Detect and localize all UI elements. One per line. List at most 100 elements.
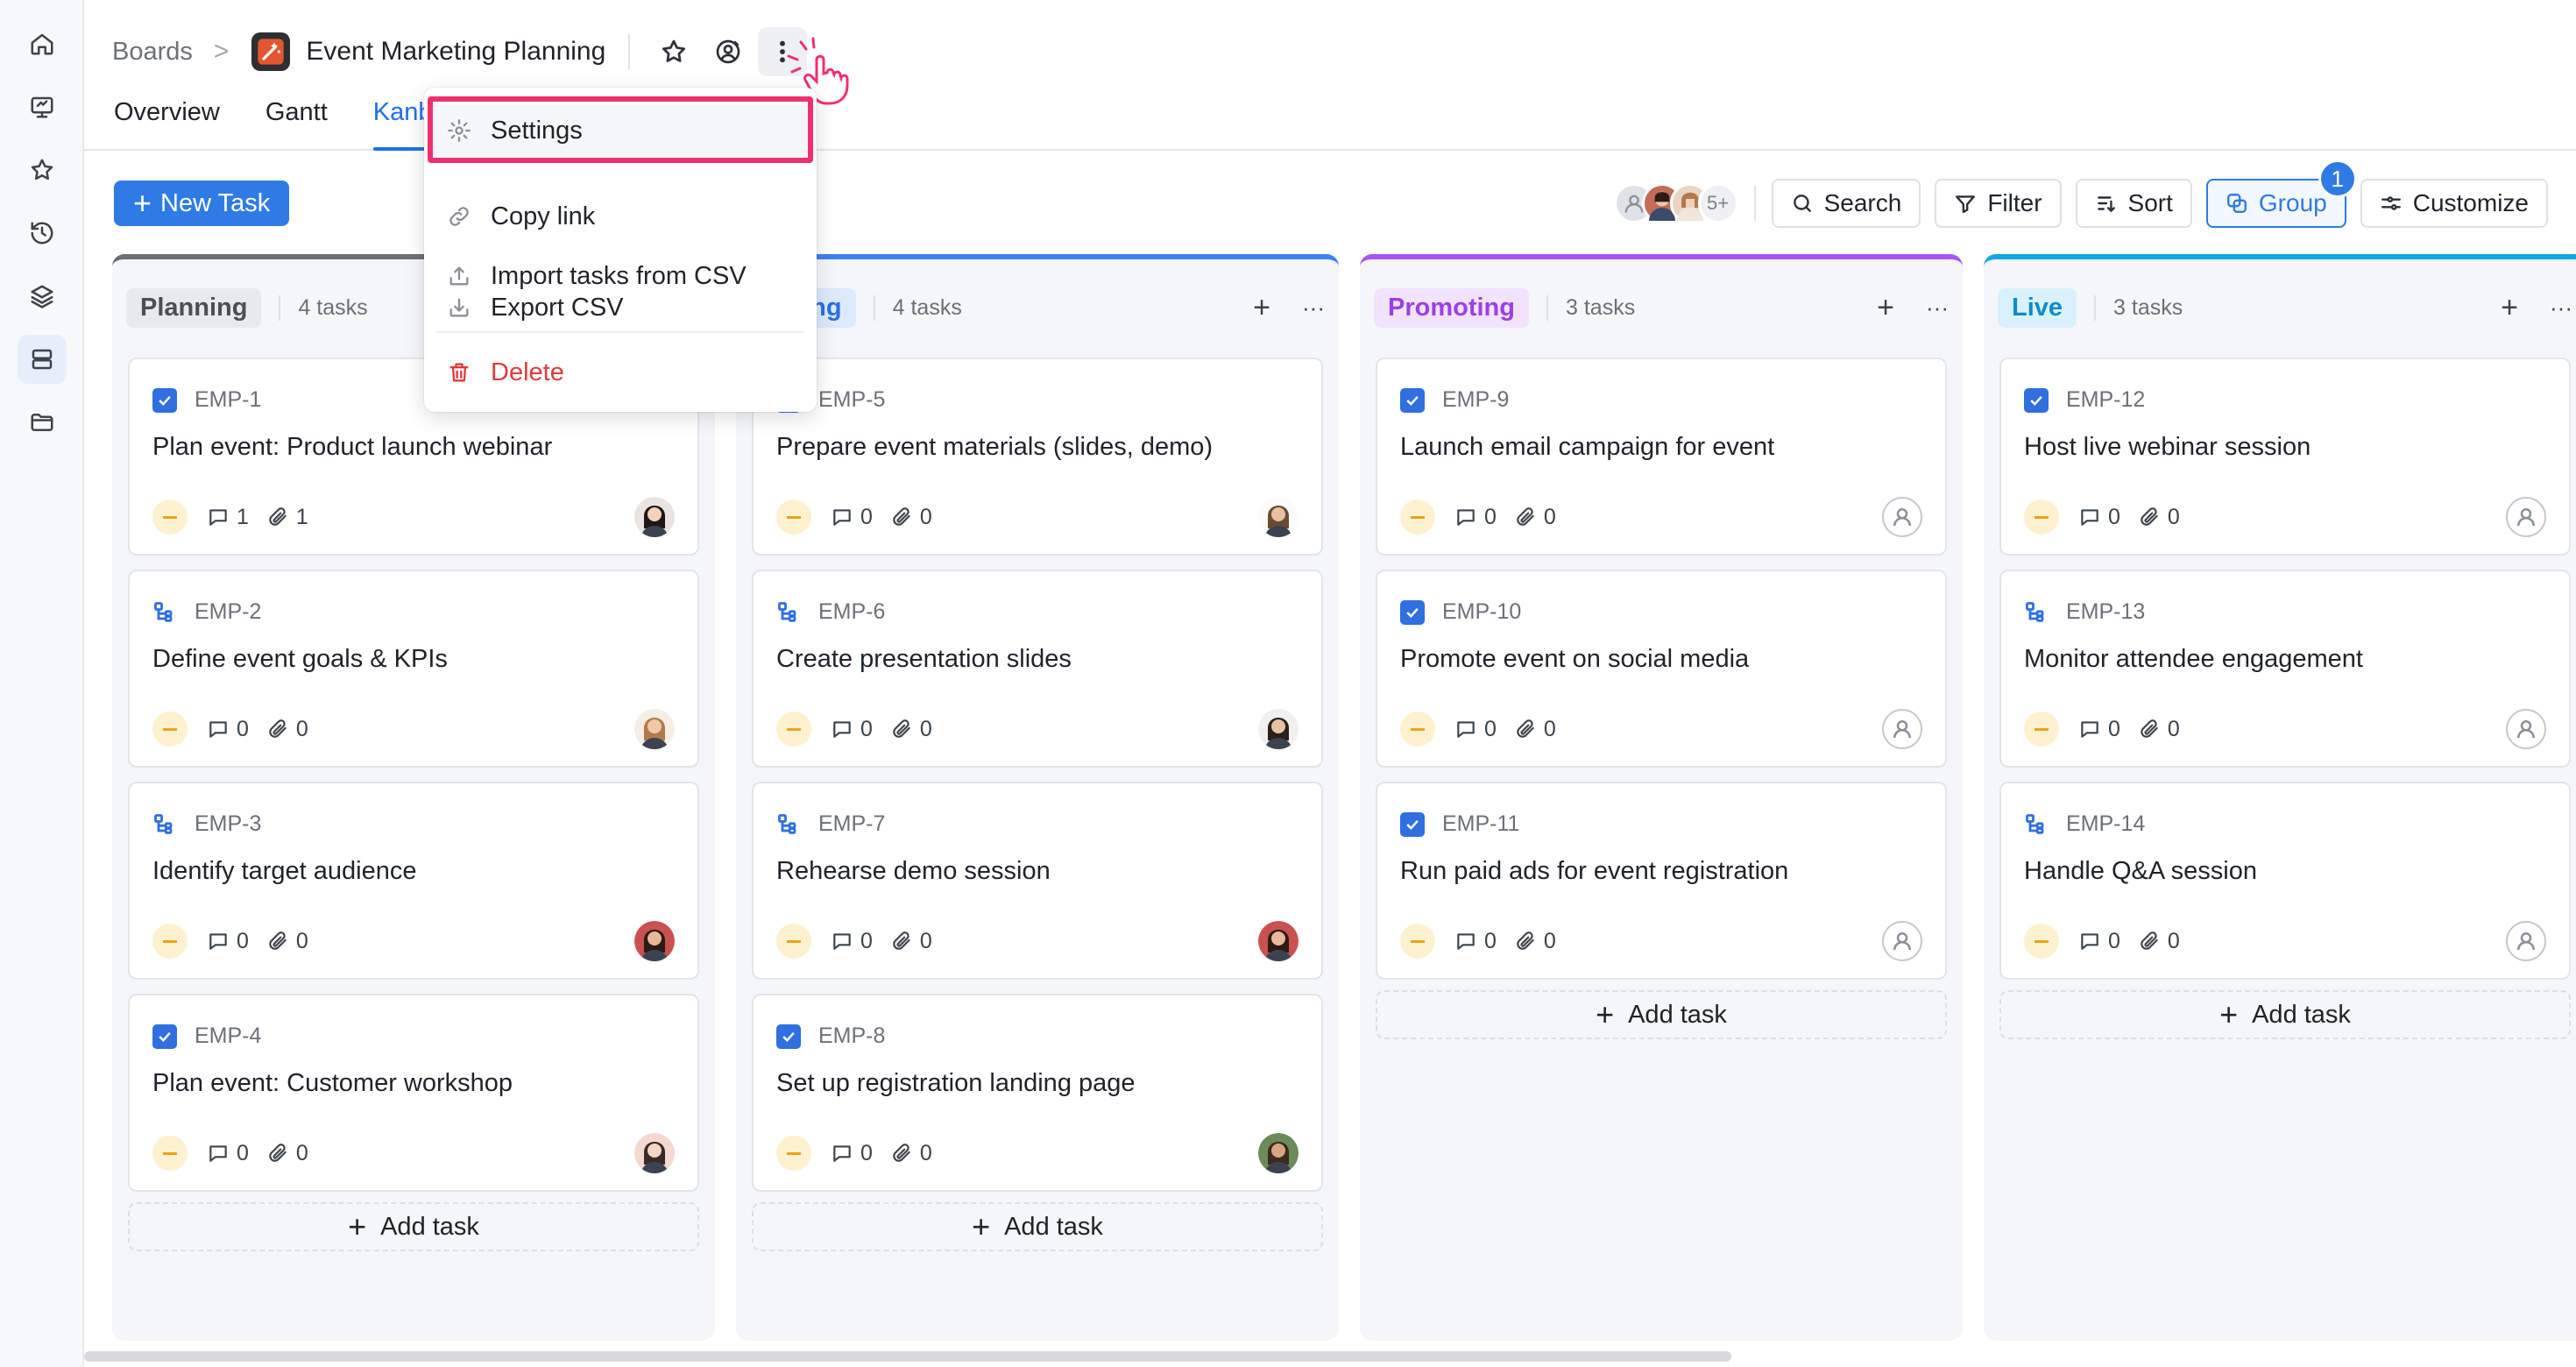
task-title: Set up registration landing page bbox=[776, 1069, 1136, 1097]
task-card[interactable]: EMP-14 Handle Q&A session 0 0 bbox=[1999, 782, 2571, 980]
column-task-count: 4 tasks bbox=[873, 294, 962, 321]
task-card[interactable]: EMP-7 Rehearse demo session 0 0 bbox=[752, 782, 1323, 980]
priority-medium-icon[interactable] bbox=[1400, 924, 1435, 959]
paperclip-icon bbox=[2141, 507, 2158, 526]
menu-item-copy-link[interactable]: Copy link bbox=[424, 191, 817, 242]
add-task-button[interactable]: + Add task bbox=[128, 1202, 699, 1251]
group-button[interactable]: Group 1 bbox=[2205, 159, 2357, 228]
priority-medium-icon[interactable] bbox=[776, 924, 811, 959]
layers-icon[interactable] bbox=[18, 272, 67, 321]
task-card[interactable]: EMP-3 Identify target audience 0 0 bbox=[128, 782, 699, 980]
comment-icon bbox=[2081, 509, 2098, 526]
priority-medium-icon[interactable] bbox=[152, 712, 188, 747]
task-card[interactable]: EMP-10 Promote event on social media 0 0 bbox=[1376, 570, 1947, 768]
star-icon[interactable] bbox=[18, 145, 67, 195]
task-card[interactable]: EMP-2 Define event goals & KPIs 0 0 bbox=[128, 570, 699, 768]
history-icon[interactable] bbox=[18, 209, 67, 258]
unassigned-user-icon[interactable] bbox=[1882, 709, 1922, 749]
column-more-icon[interactable]: ··· bbox=[1302, 294, 1325, 322]
task-title: Host live webinar session bbox=[2024, 433, 2311, 461]
comment-count-value: 0 bbox=[860, 928, 873, 953]
add-task-button[interactable]: + Add task bbox=[752, 1202, 1323, 1251]
assignee-avatar[interactable] bbox=[634, 497, 675, 537]
column-status-pill: Live bbox=[1998, 287, 2077, 328]
add-task-button[interactable]: + Add task bbox=[1376, 990, 1947, 1039]
column-more-icon[interactable]: ··· bbox=[1926, 294, 1949, 322]
unassigned-user-icon[interactable] bbox=[2506, 921, 2546, 961]
menu-item-export-csv[interactable]: Export CSV bbox=[424, 282, 817, 333]
assignee-avatar[interactable] bbox=[1258, 709, 1299, 749]
task-card[interactable]: EMP-9 Launch email campaign for event 0 0 bbox=[1376, 358, 1947, 556]
priority-medium-icon[interactable] bbox=[152, 1136, 188, 1171]
paperclip-icon bbox=[2141, 719, 2158, 738]
assignee-avatar[interactable] bbox=[1258, 1133, 1299, 1173]
search-button[interactable]: Search bbox=[1771, 179, 1921, 228]
paperclip-icon bbox=[269, 931, 287, 950]
unassigned-user-icon[interactable] bbox=[2506, 709, 2546, 749]
group-label: Group bbox=[2258, 189, 2327, 216]
filter-button[interactable]: Filter bbox=[1935, 179, 2062, 228]
member-avatars[interactable]: 5+ bbox=[1613, 183, 1738, 223]
task-card[interactable]: EMP-12 Host live webinar session 0 0 bbox=[1999, 358, 2571, 556]
boards-icon[interactable] bbox=[18, 335, 67, 384]
menu-label: Copy link bbox=[491, 202, 596, 230]
dashboard-icon[interactable] bbox=[18, 82, 67, 131]
unassigned-user-icon[interactable] bbox=[2506, 497, 2546, 537]
comment-count-value: 0 bbox=[860, 504, 873, 529]
priority-medium-icon[interactable] bbox=[2024, 499, 2059, 535]
assignee-avatar[interactable] bbox=[634, 709, 675, 749]
task-card[interactable]: EMP-11 Run paid ads for event registratio… bbox=[1376, 782, 1947, 980]
task-id: EMP-14 bbox=[2066, 811, 2146, 836]
watch-user-icon[interactable] bbox=[704, 27, 753, 76]
attachment-count-value: 0 bbox=[919, 716, 932, 741]
add-column-task-icon[interactable]: + bbox=[1877, 291, 1894, 325]
task-card[interactable]: EMP-6 Create presentation slides 0 0 bbox=[752, 570, 1323, 768]
priority-medium-icon[interactable] bbox=[776, 712, 811, 747]
column-status-pill: Promoting bbox=[1374, 287, 1529, 328]
task-card[interactable]: EMP-4 Plan event: Customer workshop 0 0 bbox=[128, 994, 699, 1192]
task-card[interactable]: EMP-8 Set up registration landing page 0 0 bbox=[752, 994, 1323, 1192]
comment-icon bbox=[1457, 509, 1475, 526]
tab-overview[interactable]: Overview bbox=[114, 98, 220, 151]
add-column-task-icon[interactable]: + bbox=[2501, 291, 2518, 325]
sliders-icon bbox=[2381, 196, 2401, 210]
assignee-avatar[interactable] bbox=[1258, 497, 1299, 537]
home-icon[interactable] bbox=[18, 19, 67, 68]
unassigned-user-icon[interactable] bbox=[1882, 497, 1922, 537]
priority-medium-icon[interactable] bbox=[152, 924, 188, 959]
column-more-icon[interactable]: ··· bbox=[2550, 294, 2572, 322]
comment-count-value: 0 bbox=[860, 1140, 873, 1165]
comment-count: 0 bbox=[831, 929, 873, 954]
new-task-button[interactable]: + New Task bbox=[114, 181, 290, 226]
priority-medium-icon[interactable] bbox=[776, 1136, 811, 1171]
priority-medium-icon[interactable] bbox=[1400, 712, 1435, 747]
task-card[interactable]: EMP-5 Prepare event materials (slides, de… bbox=[752, 358, 1323, 556]
task-title: Prepare event materials (slides, demo) bbox=[776, 433, 1214, 461]
favorite-star-icon[interactable] bbox=[649, 27, 698, 76]
project-title: Event Marketing Planning bbox=[306, 37, 606, 66]
task-card[interactable]: EMP-13 Monitor attendee engagement 0 0 bbox=[1999, 570, 2571, 768]
breadcrumb-boards-link[interactable]: Boards bbox=[112, 38, 193, 67]
menu-item-delete[interactable]: Delete bbox=[424, 347, 817, 398]
column-header: Live 3 tasks + ··· bbox=[1998, 286, 2572, 329]
assignee-avatar[interactable] bbox=[1258, 921, 1299, 961]
card-id-row: EMP-11 bbox=[1400, 811, 1519, 837]
tab-gantt[interactable]: Gantt bbox=[265, 98, 328, 151]
add-task-button[interactable]: + Add task bbox=[1999, 990, 2571, 1039]
attachment-count: 0 bbox=[890, 717, 932, 742]
priority-medium-icon[interactable] bbox=[2024, 924, 2059, 959]
folder-icon[interactable] bbox=[18, 398, 67, 447]
task-id: EMP-4 bbox=[195, 1023, 262, 1048]
comment-icon bbox=[2081, 933, 2098, 950]
unassigned-user-icon[interactable] bbox=[1882, 921, 1922, 961]
customize-button[interactable]: Customize bbox=[2360, 179, 2548, 228]
assignee-avatar[interactable] bbox=[634, 921, 675, 961]
horizontal-scrollbar[interactable] bbox=[84, 1351, 1731, 1362]
assignee-avatar[interactable] bbox=[634, 1133, 675, 1173]
priority-medium-icon[interactable] bbox=[2024, 712, 2059, 747]
priority-medium-icon[interactable] bbox=[776, 499, 811, 535]
sort-button[interactable]: Sort bbox=[2075, 179, 2192, 228]
priority-medium-icon[interactable] bbox=[1400, 499, 1435, 535]
add-column-task-icon[interactable]: + bbox=[1253, 291, 1270, 325]
priority-medium-icon[interactable] bbox=[152, 499, 188, 535]
